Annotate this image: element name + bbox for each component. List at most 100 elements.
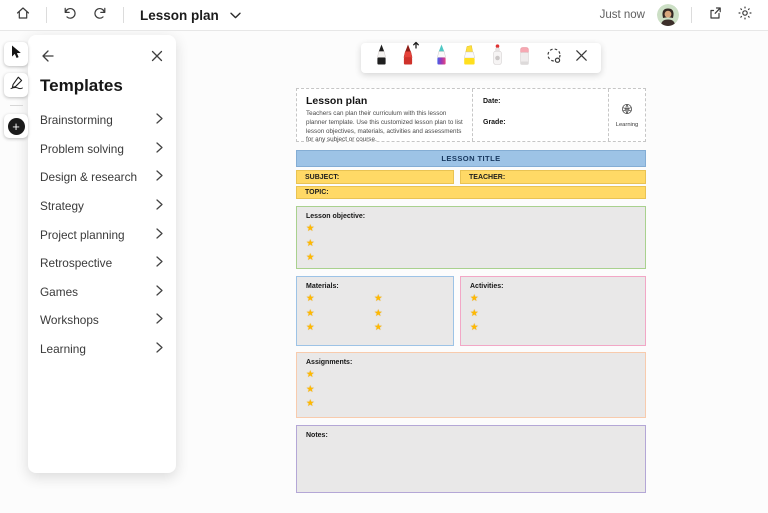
eraser-button[interactable]: [517, 45, 532, 71]
board-menu-button[interactable]: [227, 4, 245, 26]
redo-icon: [92, 5, 108, 26]
star-icon: ★: [470, 307, 479, 319]
materials-box[interactable]: Materials: ★ ★ ★ ★ ★ ★: [296, 276, 454, 346]
lesson-plan-template[interactable]: Lesson plan Teachers can plan their curr…: [296, 88, 646, 493]
template-category-project-planning[interactable]: Project planning: [28, 220, 176, 249]
template-category-problem-solving[interactable]: Problem solving: [28, 135, 176, 164]
lesson-title-bar[interactable]: LESSON TITLE: [296, 150, 646, 167]
redo-button[interactable]: [89, 4, 111, 26]
templates-panel: Templates Brainstorming Problem solving …: [28, 35, 176, 473]
save-status: Just now: [599, 9, 645, 21]
notes-box[interactable]: Notes:: [296, 425, 646, 493]
lasso-select-button[interactable]: [545, 45, 563, 71]
grade-label: Grade:: [483, 119, 506, 126]
cursor-arrow-icon: [10, 45, 23, 64]
star-icon: ★: [306, 223, 315, 234]
category-label: Games: [40, 284, 79, 299]
red-pen-button[interactable]: [401, 41, 421, 71]
chevron-right-icon: [156, 199, 163, 213]
chevron-right-icon: [156, 342, 163, 356]
lesson-header-description: Teachers can plan their curriculum with …: [306, 110, 463, 144]
chevron-right-icon: [156, 142, 163, 156]
tool-rail: +: [4, 42, 28, 138]
template-category-design-research[interactable]: Design & research: [28, 163, 176, 192]
whiteboard-canvas[interactable]: + Templates Brainstorming Problem solvin…: [0, 31, 768, 513]
panel-title: Templates: [40, 76, 123, 95]
materials-stars-col1: ★ ★ ★: [306, 292, 374, 336]
divider: [123, 7, 124, 23]
chevron-right-icon: [156, 256, 163, 270]
template-category-retrospective[interactable]: Retrospective: [28, 249, 176, 278]
template-category-workshops[interactable]: Workshops: [28, 306, 176, 335]
category-label: Learning: [40, 342, 86, 357]
notes-label: Notes:: [306, 432, 328, 439]
star-icon: ★: [374, 322, 383, 334]
board-title: Lesson plan: [140, 7, 219, 23]
star-icon: ★: [306, 383, 315, 395]
spray-marker-button[interactable]: [490, 43, 505, 71]
activities-box[interactable]: Activities: ★ ★ ★: [460, 276, 646, 346]
template-category-strategy[interactable]: Strategy: [28, 192, 176, 221]
teacher-field[interactable]: TEACHER:: [460, 170, 646, 184]
close-pen-toolbar-button[interactable]: [575, 45, 588, 71]
galaxy-pen-icon: [434, 43, 449, 71]
select-tool-button[interactable]: [4, 42, 28, 66]
template-category-learning[interactable]: Learning: [28, 335, 176, 364]
template-category-games[interactable]: Games: [28, 278, 176, 307]
subject-field[interactable]: SUBJECT:: [296, 170, 454, 184]
lasso-select-icon: [545, 47, 563, 70]
assignments-stars: ★ ★ ★: [306, 368, 636, 412]
objective-label: Lesson objective:: [306, 213, 366, 220]
category-label: Brainstorming: [40, 113, 113, 128]
category-label: Workshops: [40, 313, 99, 328]
lesson-objective-box[interactable]: Lesson objective: ★ ★ ★: [296, 206, 646, 269]
chevron-down-icon: [230, 6, 241, 24]
chevron-right-icon: [156, 228, 163, 242]
undo-button[interactable]: [59, 4, 81, 26]
avatar[interactable]: [657, 4, 679, 26]
plus-icon: +: [7, 117, 25, 135]
star-icon: ★: [374, 293, 383, 304]
back-button[interactable]: [40, 49, 54, 63]
ink-tool-button[interactable]: [4, 73, 28, 97]
top-bar: Lesson plan Just now: [0, 0, 768, 31]
star-icon: ★: [306, 237, 315, 249]
black-pen-button[interactable]: [374, 43, 389, 71]
materials-stars-col2: ★ ★ ★: [374, 292, 383, 336]
star-icon: ★: [306, 322, 315, 334]
learning-category-icon: [621, 103, 633, 117]
date-label: Date:: [483, 98, 501, 105]
star-icon: ★: [470, 322, 479, 334]
highlighter-button[interactable]: [461, 45, 478, 71]
home-button[interactable]: [12, 4, 34, 26]
template-category-brainstorming[interactable]: Brainstorming: [28, 106, 176, 135]
settings-button[interactable]: [734, 4, 756, 26]
yellow-highlighter-icon: [461, 43, 478, 71]
lesson-header-card[interactable]: Lesson plan Teachers can plan their curr…: [296, 88, 646, 144]
category-label: Design & research: [40, 170, 138, 185]
share-button[interactable]: [704, 4, 726, 26]
category-label: Retrospective: [40, 256, 113, 271]
galaxy-pen-button[interactable]: [434, 43, 449, 71]
category-label: Strategy: [40, 199, 84, 214]
star-icon: ★: [306, 369, 315, 380]
create-new-button[interactable]: +: [4, 114, 28, 138]
star-icon: ★: [306, 307, 315, 319]
chevron-right-icon: [156, 113, 163, 127]
close-icon: [575, 49, 588, 67]
activities-label: Activities:: [470, 283, 504, 290]
home-icon: [15, 5, 31, 26]
star-icon: ★: [306, 398, 315, 410]
black-pen-icon: [374, 43, 389, 71]
activities-stars: ★ ★ ★: [470, 292, 636, 336]
category-label: Project planning: [40, 227, 125, 242]
materials-label: Materials:: [306, 283, 339, 290]
red-pen-active-icon: [401, 41, 421, 71]
assignments-box[interactable]: Assignments: ★ ★ ★: [296, 352, 646, 418]
topic-field[interactable]: TOPIC:: [296, 186, 646, 199]
close-panel-button[interactable]: [151, 50, 163, 62]
spray-marker-icon: [490, 43, 505, 71]
undo-icon: [62, 5, 78, 26]
divider: [46, 7, 47, 23]
star-icon: ★: [470, 293, 479, 304]
